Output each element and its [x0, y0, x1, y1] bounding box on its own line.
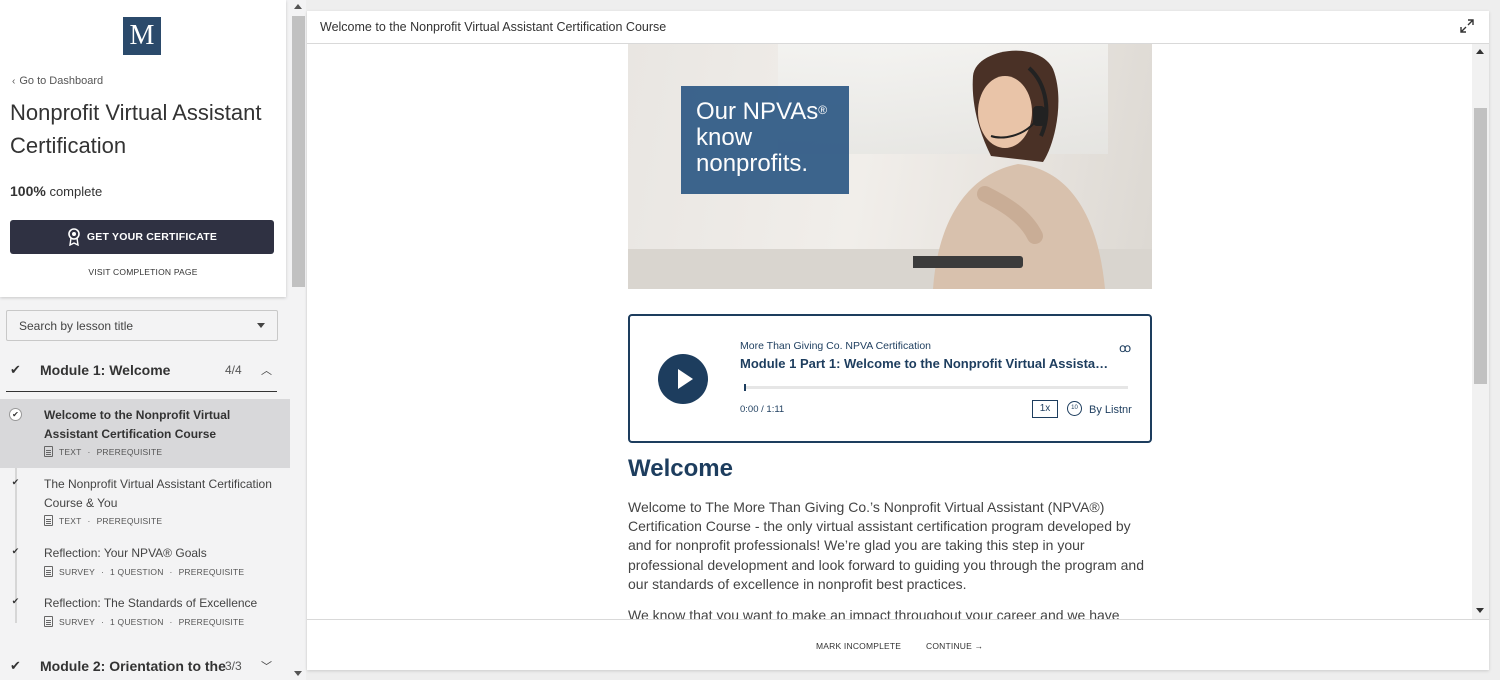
lesson-meta: SURVEY · 1 QUESTION · PREREQUISITE	[44, 616, 244, 627]
scroll-up-arrow-icon[interactable]	[1476, 49, 1484, 54]
lesson-type: TEXT	[59, 446, 82, 457]
player-subtitle: More Than Giving Co. NPVA Certification	[740, 340, 932, 352]
powered-by-listnr[interactable]: By Listnr	[1089, 404, 1132, 416]
hero-line-1: Our NPVAs	[696, 98, 819, 125]
lesson-footer: MARK INCOMPLETE CONTINUE →	[307, 619, 1489, 670]
lesson-item[interactable]: ✔ Reflection: Your NPVA® Goals SURVEY · 1…	[0, 537, 290, 587]
meta-separator: ·	[87, 515, 91, 526]
award-ribbon-icon	[68, 228, 80, 246]
playback-speed-button[interactable]: 1x	[1032, 400, 1058, 418]
document-icon	[44, 515, 53, 526]
lesson-meta: SURVEY · 1 QUESTION · PREREQUISITE	[44, 566, 244, 577]
meta-separator: ·	[169, 616, 173, 627]
meta-separator: ·	[87, 446, 91, 457]
check-icon: ✔	[11, 546, 20, 556]
module-title: Module 2: Orientation to the	[40, 658, 226, 674]
hero-caption-box: Our NPVAs® know nonprofits.	[681, 86, 849, 194]
course-sidebar: M ‹ Go to Dashboard Nonprofit Virtual As…	[0, 0, 306, 680]
check-icon: ✔	[9, 408, 22, 421]
module-divider	[6, 391, 277, 392]
lesson-questions: 1 QUESTION	[110, 616, 164, 627]
check-icon: ✔	[11, 477, 20, 487]
rewind-10-icon[interactable]: 10	[1067, 401, 1082, 416]
ear-icon[interactable]: ꝏ	[1119, 341, 1131, 355]
lesson-prereq: PREREQUISITE	[178, 616, 245, 627]
lesson-search-select[interactable]: Search by lesson title	[6, 310, 278, 341]
lesson-header-title: Welcome to the Nonprofit Virtual Assista…	[320, 20, 667, 34]
lesson-title: Welcome to the Nonprofit Virtual Assista…	[44, 408, 231, 441]
module-count: 3/3	[225, 659, 242, 673]
lesson-prereq: PREREQUISITE	[96, 446, 163, 457]
audio-player: More Than Giving Co. NPVA Certification …	[628, 314, 1152, 443]
content-scrollbar-thumb[interactable]	[1474, 108, 1487, 384]
meta-separator: ·	[101, 616, 105, 627]
continue-button[interactable]: CONTINUE →	[926, 641, 983, 651]
mark-incomplete-button[interactable]: MARK INCOMPLETE	[816, 641, 901, 651]
chevron-left-icon: ‹	[12, 75, 16, 87]
get-certificate-button[interactable]: GET YOUR CERTIFICATE	[10, 220, 274, 254]
lesson-prereq: PREREQUISITE	[96, 515, 163, 526]
chevron-up-icon: ︿	[261, 365, 272, 377]
player-title: Module 1 Part 1: Welcome to the Nonprofi…	[740, 356, 1112, 371]
course-progress: 100% complete	[10, 183, 102, 199]
lesson-title: Reflection: The Standards of Excellence	[44, 596, 258, 610]
caret-down-icon	[257, 323, 265, 328]
hero-image: Our NPVAs® know nonprofits.	[628, 44, 1152, 289]
course-title: Nonprofit Virtual Assistant Certificatio…	[10, 100, 262, 158]
course-summary-card: M ‹ Go to Dashboard Nonprofit Virtual As…	[0, 0, 286, 297]
lesson-prereq: PREREQUISITE	[178, 566, 245, 577]
survey-icon	[44, 616, 53, 627]
scroll-up-arrow-icon[interactable]	[294, 4, 302, 9]
lesson-content-panel: Welcome to the Nonprofit Virtual Assista…	[307, 11, 1489, 670]
audio-progress-bar[interactable]	[744, 384, 1128, 391]
module-header[interactable]: ✔ Module 2: Orientation to the 3/3 ﹀	[0, 646, 290, 680]
lesson-type: SURVEY	[59, 566, 96, 577]
chevron-down-icon: ﹀	[261, 661, 272, 673]
sidebar-scrollbar-thumb[interactable]	[292, 16, 305, 287]
lesson-title: The Nonprofit Virtual Assistant Certific…	[44, 477, 272, 510]
module-count: 4/4	[225, 363, 242, 377]
get-certificate-label: GET YOUR CERTIFICATE	[86, 231, 218, 243]
scroll-down-arrow-icon[interactable]	[294, 671, 302, 676]
module-header[interactable]: ✔ Module 1: Welcome 4/4 ︿	[0, 350, 290, 390]
check-icon: ✔	[10, 362, 21, 377]
lesson-meta: TEXT · PREREQUISITE	[44, 515, 162, 526]
hero-line-2: know	[696, 124, 753, 151]
meta-separator: ·	[169, 566, 173, 577]
module-title: Module 1: Welcome	[40, 362, 171, 378]
lesson-item[interactable]: ✔ Welcome to the Nonprofit Virtual Assis…	[0, 399, 290, 468]
lesson-title: Reflection: Your NPVA® Goals	[44, 546, 207, 560]
call-center-person-illustration	[913, 50, 1105, 289]
registered-mark: ®	[818, 103, 828, 117]
audio-time: 0:00 / 1:11	[740, 404, 785, 415]
visit-completion-link[interactable]: VISIT COMPLETION PAGE	[0, 267, 286, 277]
expand-icon[interactable]	[1460, 19, 1474, 33]
lesson-item[interactable]: ✔ Reflection: The Standards of Excellenc…	[0, 587, 290, 637]
meta-separator: ·	[101, 566, 105, 577]
brand-logo[interactable]: M	[123, 17, 161, 55]
hero-line-3: nonprofits.	[696, 150, 809, 177]
lesson-questions: 1 QUESTION	[110, 566, 164, 577]
lesson-meta: TEXT · PREREQUISITE	[44, 446, 162, 457]
lesson-heading: Welcome	[628, 455, 733, 482]
lesson-search-placeholder: Search by lesson title	[19, 318, 134, 333]
progress-value: 100%	[10, 183, 46, 199]
check-icon: ✔	[10, 658, 21, 673]
lesson-paragraph: Welcome to The More Than Giving Co.’s No…	[628, 499, 1144, 592]
play-button[interactable]	[658, 354, 708, 404]
survey-icon	[44, 566, 53, 577]
check-icon: ✔	[11, 596, 20, 606]
lesson-header: Welcome to the Nonprofit Virtual Assista…	[307, 11, 1489, 44]
lesson-type: TEXT	[59, 515, 82, 526]
lesson-type: SURVEY	[59, 616, 96, 627]
progress-label: complete	[49, 184, 103, 199]
lesson-item[interactable]: ✔ The Nonprofit Virtual Assistant Certif…	[0, 468, 290, 537]
continue-label: CONTINUE	[926, 641, 972, 651]
scroll-down-arrow-icon[interactable]	[1476, 608, 1484, 613]
document-icon	[44, 446, 53, 457]
go-to-dashboard-label: Go to Dashboard	[19, 75, 104, 87]
arrow-right-icon: →	[974, 641, 984, 651]
go-to-dashboard-link[interactable]: ‹ Go to Dashboard	[12, 75, 103, 87]
